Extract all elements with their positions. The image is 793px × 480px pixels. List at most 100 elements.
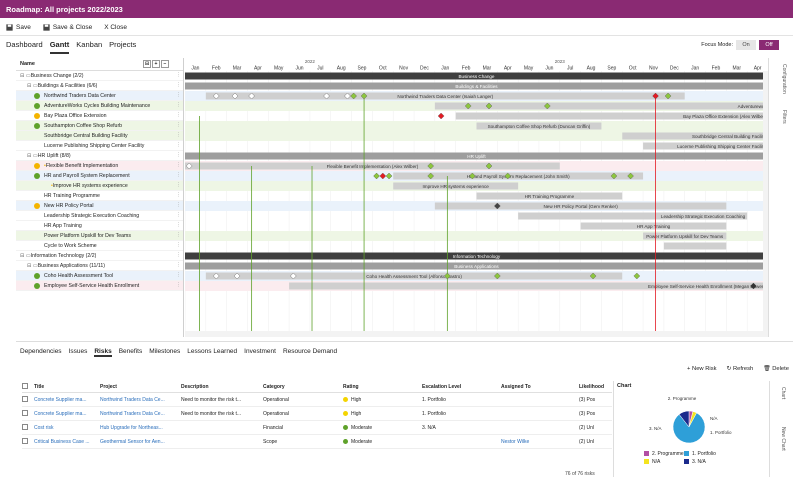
table-row[interactable]: Concrete Supplier ma... Northwind Traders… (22, 393, 612, 407)
row-menu-icon[interactable]: ⋮ (176, 222, 181, 228)
row-menu-icon[interactable]: ⋮ (176, 252, 181, 258)
legend-item[interactable]: 1. Portfolio (684, 451, 724, 457)
gantt-bar[interactable] (434, 102, 768, 110)
minus-icon[interactable]: − (161, 60, 169, 68)
table-cell[interactable]: Critical Business Case ... (34, 439, 100, 445)
row-menu-icon[interactable]: ⋮ (176, 152, 181, 158)
configuration-tab[interactable]: Configuration (781, 64, 787, 94)
name-column-header[interactable]: Name (20, 61, 35, 67)
milestone-diamond[interactable] (437, 112, 445, 120)
column-header[interactable]: Assigned To (501, 384, 579, 390)
task-row[interactable]: Coho Health Assessment Tool ⋮ (16, 271, 183, 281)
task-row[interactable]: Northwind Traders Data Center ⋮ (16, 91, 183, 101)
tab-risks[interactable]: Risks (94, 348, 112, 357)
row-menu-icon[interactable]: ⋮ (176, 262, 181, 268)
row-checkbox[interactable] (22, 423, 28, 430)
table-cell[interactable]: Geothermal Sensor for Aen... (100, 439, 181, 445)
row-menu-icon[interactable]: ⋮ (176, 122, 181, 128)
filters-tab[interactable]: Filters (781, 110, 787, 124)
focus-on-button[interactable]: On (736, 40, 756, 50)
row-menu-icon[interactable]: ⋮ (176, 192, 181, 198)
table-cell[interactable]: Northwind Traders Data Ce... (100, 411, 181, 417)
table-cell[interactable]: Concrete Supplier ma... (34, 411, 100, 417)
table-row[interactable]: Critical Business Case ... Geothermal Sen… (22, 435, 612, 449)
horizontal-scrollbar[interactable] (185, 331, 768, 337)
column-header[interactable]: Escalation Level (422, 384, 501, 390)
column-header[interactable]: Title (34, 384, 100, 390)
task-row[interactable]: HR Training Programme ⋮ (16, 191, 183, 201)
task-row[interactable]: HR and Payroll System Replacement ⋮ (16, 171, 183, 181)
task-row[interactable]: Power Platform Upskill for Dev Teams ⋮ (16, 231, 183, 241)
tab-resource-demand[interactable]: Resource Demand (283, 348, 337, 357)
folder-icon[interactable]: ⊟ ▭ (20, 73, 31, 79)
table-cell[interactable]: Nestor Wilke (501, 439, 579, 445)
legend-item[interactable]: 2. Programme (644, 451, 684, 457)
group-row[interactable]: ⊟ ▭ Business Applications (11/11) ⋮ (16, 261, 183, 271)
tab-benefits[interactable]: Benefits (119, 348, 143, 357)
task-row[interactable]: Employee Self-Service Health Enrollment ⋮ (16, 281, 183, 291)
folder-icon[interactable]: ⊟ ▭ (27, 263, 38, 269)
close-button[interactable]: X Close (104, 24, 127, 31)
row-menu-icon[interactable]: ⋮ (176, 202, 181, 208)
gantt-bar[interactable] (663, 242, 727, 250)
tab-lessons-learned[interactable]: Lessons Learned (187, 348, 237, 357)
task-row[interactable]: • Improve HR systems experience ⋮ (16, 181, 183, 191)
row-menu-icon[interactable]: ⋮ (176, 72, 181, 78)
task-row[interactable]: Southbridge Central Building Facility ⋮ (16, 131, 183, 141)
tab-issues[interactable]: Issues (69, 348, 88, 357)
row-menu-icon[interactable]: ⋮ (176, 182, 181, 188)
chart-tab[interactable]: Chart (780, 387, 786, 399)
row-menu-icon[interactable]: ⋮ (176, 282, 181, 288)
group-row[interactable]: ⊟ ▭ HR Uplift (8/8) ⋮ (16, 151, 183, 161)
tab-dashboard[interactable]: Dashboard (6, 40, 43, 54)
legend-item[interactable]: 3. N/A (684, 459, 724, 465)
column-header[interactable]: Description (181, 384, 263, 390)
column-header[interactable]: Category (263, 384, 343, 390)
row-checkbox[interactable] (22, 437, 28, 444)
refresh-button[interactable]: ↻ Refresh (727, 366, 754, 372)
select-all-checkbox[interactable] (22, 382, 28, 389)
save-close-button[interactable]: Save & Close (43, 24, 92, 31)
table-row[interactable]: Cost risk Hub Upgrade for Northeas... Fina… (22, 421, 612, 435)
row-menu-icon[interactable]: ⋮ (176, 112, 181, 118)
row-menu-icon[interactable]: ⋮ (176, 82, 181, 88)
tab-milestones[interactable]: Milestones (149, 348, 180, 357)
row-menu-icon[interactable]: ⋮ (176, 142, 181, 148)
task-row[interactable]: HR App Training ⋮ (16, 221, 183, 231)
expand-icon[interactable]: + (152, 60, 160, 68)
row-menu-icon[interactable]: ⋮ (176, 102, 181, 108)
new-risk-button[interactable]: + New Risk (687, 366, 716, 372)
column-header[interactable]: Rating (343, 384, 422, 390)
task-row[interactable]: • Flexible Benefit Implementation ⋮ (16, 161, 183, 171)
folder-icon[interactable]: ⊟ ▭ (20, 253, 31, 259)
row-menu-icon[interactable]: ⋮ (176, 92, 181, 98)
folder-icon[interactable]: ⊟ ▭ (27, 153, 38, 159)
tab-projects[interactable]: Projects (109, 40, 136, 54)
row-menu-icon[interactable]: ⋮ (176, 162, 181, 168)
task-row[interactable]: Bay Plaza Office Extension ⋮ (16, 111, 183, 121)
tab-gantt[interactable]: Gantt (49, 40, 70, 54)
group-row[interactable]: ⊟ ▭ Buildings & Facilities (6/6) ⋮ (16, 81, 183, 91)
task-row[interactable]: Southampton Coffee Shop Refurb ⋮ (16, 121, 183, 131)
tab-kanban[interactable]: Kanban (76, 40, 102, 54)
task-row[interactable]: Lucerne Publishing Shipping Center Facil… (16, 141, 183, 151)
table-cell[interactable]: Concrete Supplier ma... (34, 397, 100, 403)
task-row[interactable]: Cycle to Work Scheme ⋮ (16, 241, 183, 251)
group-row[interactable]: ⊟ ▭ Business Change (2/2) ⋮ (16, 71, 183, 81)
row-menu-icon[interactable]: ⋮ (176, 232, 181, 238)
row-menu-icon[interactable]: ⋮ (176, 242, 181, 248)
save-button[interactable]: Save (6, 24, 31, 31)
tab-dependencies[interactable]: Dependencies (20, 348, 62, 357)
column-header[interactable]: Project (100, 384, 181, 390)
column-header[interactable]: Likelihood (579, 384, 612, 390)
row-menu-icon[interactable]: ⋮ (176, 172, 181, 178)
table-cell[interactable]: Hub Upgrade for Northeas... (100, 425, 181, 431)
delete-button[interactable]: 🗑 Delete (763, 366, 789, 372)
collapse-icon[interactable]: ⊟ (143, 60, 151, 68)
row-menu-icon[interactable]: ⋮ (176, 212, 181, 218)
row-checkbox[interactable] (22, 395, 28, 402)
table-row[interactable]: Concrete Supplier ma... Northwind Traders… (22, 407, 612, 421)
table-cell[interactable]: Northwind Traders Data Ce... (100, 397, 181, 403)
row-menu-icon[interactable]: ⋮ (176, 272, 181, 278)
legend-item[interactable]: N/A (644, 459, 684, 465)
